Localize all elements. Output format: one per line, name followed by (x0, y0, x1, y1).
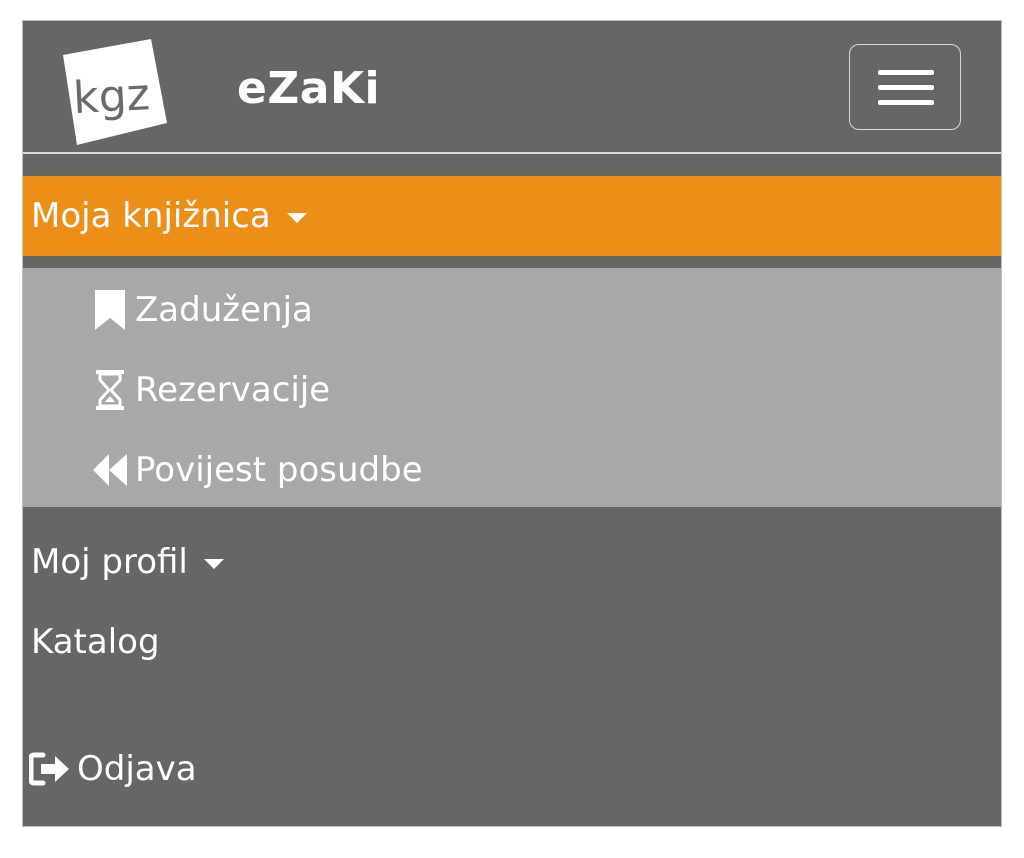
navbar-toggler-button[interactable] (849, 44, 961, 130)
caret-down-icon (203, 559, 224, 569)
submenu-item-label: Povijest posudbe (135, 450, 423, 490)
caret-down-icon (286, 213, 307, 223)
menu-catalog-label: Katalog (31, 622, 160, 662)
submenu-item-label: Rezervacije (135, 370, 331, 410)
submenu-item-loans[interactable]: Zaduženja (93, 280, 313, 340)
logout-link[interactable]: Odjava (29, 739, 197, 799)
kgz-logo[interactable]: kgz (63, 39, 167, 145)
hourglass-icon (93, 368, 127, 412)
app-frame: kgz eZaKi Moja knjižnica Zaduženja Rezer… (22, 20, 1002, 827)
backward-icon (93, 448, 127, 492)
menu-my-library-label: Moja knjižnica (31, 196, 271, 236)
logo-text: kgz (72, 69, 151, 124)
brand-title[interactable]: eZaKi (237, 61, 380, 117)
submenu-item-reservations[interactable]: Rezervacije (93, 360, 330, 420)
submenu-item-loan-history[interactable]: Povijest posudbe (93, 440, 423, 500)
menu-catalog[interactable]: Katalog (23, 605, 1001, 679)
navbar-divider (23, 152, 1001, 154)
navbar: kgz eZaKi (23, 21, 1001, 153)
my-library-submenu: Zaduženja Rezervacije Povijest posudbe (23, 268, 1001, 507)
sign-out-icon (29, 749, 71, 789)
bookmark-icon (93, 288, 127, 332)
menu-my-profile[interactable]: Moj profil (23, 524, 1001, 600)
logout-label: Odjava (77, 749, 197, 789)
menu-my-profile-label: Moj profil (31, 542, 188, 582)
submenu-item-label: Zaduženja (135, 290, 313, 330)
menu-my-library[interactable]: Moja knjižnica (23, 176, 1001, 256)
